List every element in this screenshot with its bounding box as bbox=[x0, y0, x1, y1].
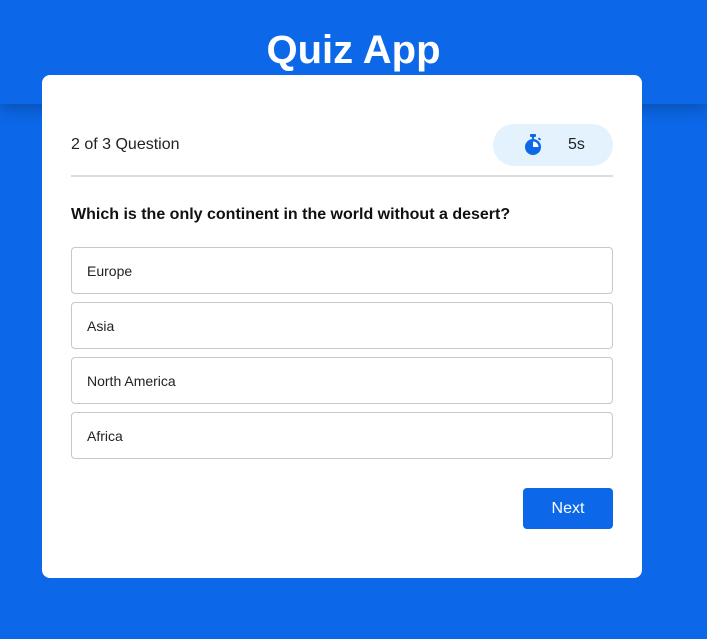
answer-option-asia[interactable]: Asia bbox=[71, 302, 613, 349]
timer-value: 5s bbox=[568, 136, 585, 153]
answer-options: Europe Asia North America Africa bbox=[71, 247, 613, 467]
timer-badge: 5s bbox=[493, 124, 613, 166]
answer-option-africa[interactable]: Africa bbox=[71, 412, 613, 459]
quiz-card: 2 of 3 Question 5s Which is the only con… bbox=[42, 75, 642, 578]
app-title: Quiz App bbox=[266, 28, 441, 72]
question-progress: 2 of 3 Question bbox=[71, 136, 180, 153]
answer-option-europe[interactable]: Europe bbox=[71, 247, 613, 294]
next-button[interactable]: Next bbox=[523, 488, 613, 529]
answer-option-north-america[interactable]: North America bbox=[71, 357, 613, 404]
divider bbox=[71, 175, 613, 177]
question-text: Which is the only continent in the world… bbox=[71, 206, 511, 223]
stopwatch-icon bbox=[525, 134, 541, 155]
